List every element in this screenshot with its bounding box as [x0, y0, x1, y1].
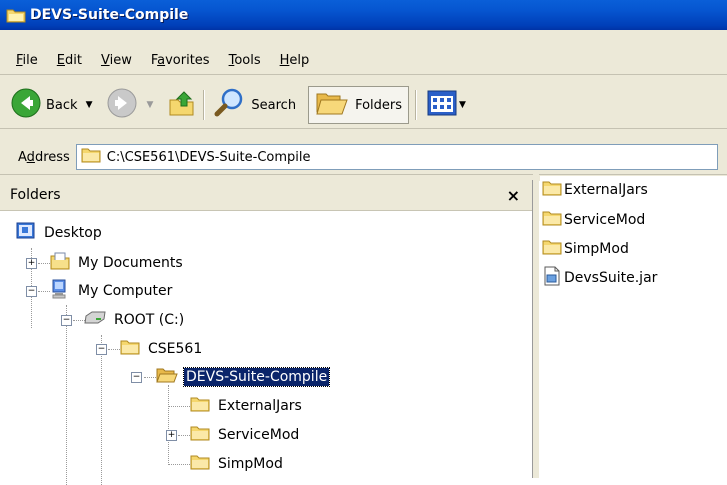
tree-line: [38, 263, 50, 264]
up-folder-button[interactable]: [167, 86, 197, 124]
back-dropdown-icon[interactable]: ▼: [86, 100, 93, 110]
menu-file[interactable]: File: [0, 53, 47, 68]
file-item-devssuite-jar[interactable]: DevsSuite.jar: [542, 266, 657, 290]
address-field[interactable]: C:\CSE561\DEVS-Suite-Compile: [75, 144, 718, 170]
menu-favorites[interactable]: Favorites: [141, 53, 219, 68]
folder-icon: [6, 7, 26, 23]
menu-view[interactable]: View: [91, 53, 141, 68]
folder-icon: [542, 239, 562, 259]
contents-pane: ExternalJars ServiceMod SimpMod DevsSuit…: [540, 176, 727, 478]
tree-item-externaljars[interactable]: ExternalJars: [190, 395, 304, 417]
folder-icon: [81, 147, 101, 167]
views-icon: [427, 90, 457, 120]
views-button[interactable]: ▼: [427, 86, 466, 124]
menu-tools[interactable]: Tools: [219, 53, 270, 68]
folders-pane-title: Folders: [10, 187, 61, 203]
folders-label: Folders: [355, 97, 403, 113]
folder-icon: [190, 454, 210, 474]
address-bar: Address C:\CSE561\DEVS-Suite-Compile: [0, 140, 727, 174]
toolbar: Back ▼ ▼ Search Folders ▼: [0, 82, 727, 128]
tree-item-root-drive[interactable]: ROOT (C:): [84, 309, 186, 331]
forward-button[interactable]: ▼: [106, 86, 153, 124]
close-icon[interactable]: ×: [507, 186, 520, 205]
forward-arrow-icon: [106, 87, 138, 123]
pane-splitter[interactable]: [533, 174, 539, 478]
back-label: Back: [46, 97, 78, 113]
jar-file-icon: [542, 266, 562, 290]
computer-icon: [50, 279, 70, 303]
folders-icon: [315, 88, 349, 122]
window-title: DEVS-Suite-Compile: [30, 7, 189, 23]
search-label: Search: [251, 97, 297, 113]
tree-line: [168, 385, 169, 465]
collapse-icon[interactable]: −: [96, 344, 107, 355]
file-item-externaljars[interactable]: ExternalJars: [542, 178, 648, 202]
open-folder-icon: [156, 367, 178, 387]
tree-line: [178, 435, 190, 436]
file-item-simpmod[interactable]: SimpMod: [542, 237, 629, 261]
folder-icon: [542, 180, 562, 200]
forward-dropdown-icon[interactable]: ▼: [146, 100, 153, 110]
tree-item-desktop[interactable]: Desktop: [16, 222, 104, 244]
tree-item-my-computer[interactable]: My Computer: [50, 279, 174, 303]
collapse-icon[interactable]: −: [26, 286, 37, 297]
tree-line: [108, 349, 120, 350]
tree-item-my-documents[interactable]: My Documents: [50, 252, 185, 274]
drive-icon: [84, 311, 106, 329]
tree-line: [144, 377, 156, 378]
expand-icon[interactable]: +: [166, 430, 177, 441]
tree-item-servicemod[interactable]: ServiceMod: [190, 424, 301, 446]
folder-icon: [190, 425, 210, 445]
collapse-icon[interactable]: −: [61, 315, 72, 326]
tree-item-cse561[interactable]: CSE561: [120, 338, 204, 360]
back-button[interactable]: Back ▼: [10, 86, 92, 124]
tree-item-simpmod[interactable]: SimpMod: [190, 453, 285, 475]
toolbar-separator-2: [415, 90, 418, 120]
folders-button[interactable]: Folders: [308, 86, 410, 124]
tree-line: [101, 335, 102, 485]
address-label: Address: [18, 149, 70, 165]
expand-icon[interactable]: +: [26, 258, 37, 269]
title-spacer: [0, 30, 727, 46]
folder-icon: [120, 339, 140, 359]
folders-pane: Folders × Desktop + My Documents − My Co…: [0, 180, 533, 485]
tree-item-devs-suite-compile[interactable]: DEVS-Suite-Compile: [156, 366, 331, 388]
collapse-icon[interactable]: −: [131, 372, 142, 383]
folders-pane-header: Folders ×: [0, 180, 532, 211]
documents-folder-icon: [50, 252, 70, 274]
folder-icon: [190, 396, 210, 416]
tree-line: [66, 305, 67, 485]
views-dropdown-icon[interactable]: ▼: [459, 100, 466, 110]
menu-edit[interactable]: Edit: [47, 53, 91, 68]
tree-line: [168, 464, 190, 465]
folder-icon: [542, 210, 562, 230]
title-bar[interactable]: DEVS-Suite-Compile: [0, 0, 727, 30]
tree-line: [38, 291, 50, 292]
desktop-icon: [16, 221, 36, 245]
toolbar-separator: [203, 90, 206, 120]
search-icon: [213, 87, 245, 123]
menu-bar: File Edit View Favorites Tools Help: [0, 46, 727, 74]
search-button[interactable]: Search: [213, 86, 296, 124]
back-arrow-icon: [10, 87, 42, 123]
file-item-servicemod[interactable]: ServiceMod: [542, 208, 645, 232]
menu-help[interactable]: Help: [270, 53, 319, 68]
address-value: C:\CSE561\DEVS-Suite-Compile: [106, 149, 311, 165]
tree-line: [168, 406, 190, 407]
up-folder-icon: [167, 88, 197, 122]
